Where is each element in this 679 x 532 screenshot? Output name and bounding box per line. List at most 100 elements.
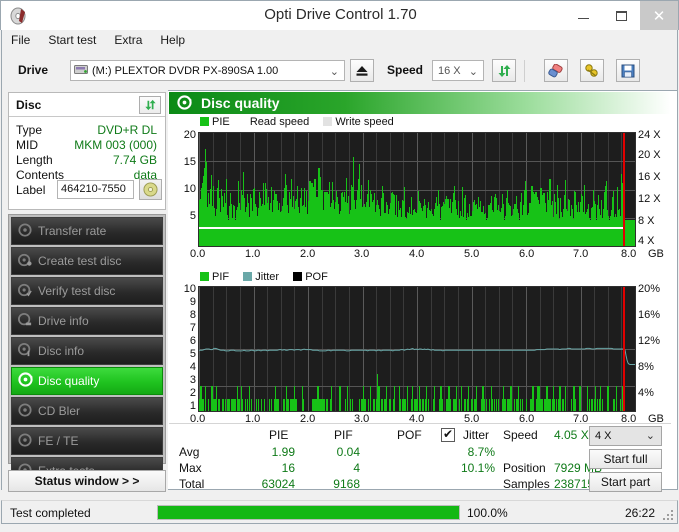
- minimize-button[interactable]: [564, 1, 602, 30]
- test-speed-select[interactable]: 4 X ⌄: [589, 426, 662, 446]
- pif-ytick-10: 10: [183, 283, 196, 295]
- disc-quality-icon: [12, 372, 38, 390]
- sidebar-item-create-test-disc[interactable]: Create test disc: [11, 247, 163, 275]
- disc-write-icon: [12, 253, 38, 270]
- pie-xtick-6: 6.0: [519, 248, 535, 260]
- save-button[interactable]: [616, 59, 640, 82]
- content-panel: Disc quality PIE Read speed Write speed …: [168, 90, 678, 492]
- test-speed-value: 4 X: [595, 430, 612, 442]
- pie-chart-legend: PIE Read speed Write speed: [200, 116, 394, 128]
- drive-icon: [74, 63, 92, 79]
- pif-ytick-5: 5: [189, 348, 196, 360]
- menu-item-help[interactable]: Help: [151, 30, 194, 50]
- pif-ytick-6: 6: [189, 335, 196, 347]
- sidebar-item-cd-bler[interactable]: CD Bler: [11, 397, 163, 425]
- disc-label-button[interactable]: [139, 179, 162, 200]
- legend-swatch-pof: [293, 272, 303, 281]
- sidebar-item-verify-test-disc[interactable]: Verify test disc: [11, 277, 163, 305]
- disc-check-icon: [12, 283, 38, 300]
- pie-xtick-5: 5.0: [464, 248, 480, 260]
- sidebar-item-drive-info[interactable]: Drive info: [11, 307, 163, 335]
- disc-length-label: Length: [16, 153, 53, 167]
- sidebar-item-fe-te[interactable]: FE / TE: [11, 427, 163, 455]
- legend-label-read-speed: Read speed: [249, 116, 310, 128]
- legend-label-pie: PIE: [212, 116, 230, 128]
- disc-refresh-button[interactable]: [139, 96, 161, 114]
- menu-item-start-test[interactable]: Start test: [39, 30, 105, 50]
- menu-item-extra[interactable]: Extra: [105, 30, 151, 50]
- pif-ytick-8pct: 8%: [638, 361, 654, 373]
- refresh-button[interactable]: [492, 59, 516, 82]
- menu-item-file[interactable]: File: [2, 30, 39, 50]
- pie-xaxis-unit: GB: [648, 248, 664, 260]
- drive-value: (M:) PLEXTOR DVDR PX-890SA 1.00: [92, 64, 279, 77]
- sidebar-item-disc-quality[interactable]: Disc quality: [11, 367, 163, 395]
- pif-ytick-7: 7: [189, 322, 196, 334]
- stats-row-max-label: Max: [179, 461, 202, 475]
- disc-box-header: Disc: [9, 93, 165, 117]
- erase-button[interactable]: [544, 59, 568, 82]
- refresh-icon: [144, 99, 156, 111]
- pif-ytick-1: 1: [189, 400, 196, 412]
- pie-ytick-20x: 20 X: [638, 149, 661, 161]
- pif-plot-area: [198, 286, 636, 412]
- sidebar-item-transfer-rate[interactable]: Transfer rate: [11, 217, 163, 245]
- legend-swatch-pie: [200, 117, 209, 126]
- legend-label-jitter: Jitter: [255, 271, 280, 283]
- pie-ytick-24x: 24 X: [638, 129, 661, 141]
- sidebar-label: Disc quality: [38, 374, 100, 388]
- disc-mid-label: MID: [16, 138, 38, 152]
- drive-select[interactable]: (M:) PLEXTOR DVDR PX-890SA 1.00 ⌄: [70, 60, 345, 81]
- pie-xtick-0: 0.0: [190, 248, 206, 260]
- disc-length-value: 7.74 GB: [112, 153, 157, 167]
- sidebar-label: FE / TE: [38, 434, 79, 448]
- close-button[interactable]: ✕: [640, 1, 678, 30]
- maximize-button[interactable]: [602, 1, 640, 30]
- cd-icon: [143, 182, 158, 197]
- left-panel: Disc Type DVD+R DL MID MKM 003 (000) Len…: [1, 90, 168, 492]
- disc-quality-icon: [177, 95, 192, 113]
- stats-total-pie: 63024: [261, 477, 295, 491]
- start-full-button[interactable]: Start full: [589, 449, 662, 469]
- stats-panel: PIE PIF POF Jitter Avg 1.99 0.04 8.7% Ma…: [169, 423, 671, 492]
- pie-ytick-10: 10: [183, 183, 196, 195]
- pif-ytick-4pct: 4%: [638, 387, 654, 399]
- disc-box-title: Disc: [16, 98, 42, 112]
- eject-button[interactable]: [350, 59, 374, 82]
- pie-ytick-16x: 16 X: [638, 171, 661, 183]
- disc-mid-value: MKM 003 (000): [74, 138, 157, 152]
- pie-xtick-2: 2.0: [300, 248, 316, 260]
- progress-bar: [157, 505, 460, 520]
- disc-info-icon: [12, 342, 38, 360]
- disc-icon: [12, 432, 38, 450]
- disc-type-label: Type: [16, 123, 43, 137]
- chevron-down-icon: ⌄: [645, 430, 655, 442]
- app-window: Opti Drive Control 1.70 ✕ File Start tes…: [0, 0, 679, 532]
- disc-info-box: Disc Type DVD+R DL MID MKM 003 (000) Len…: [8, 92, 166, 210]
- pie-ytick-15: 15: [183, 156, 196, 168]
- pie-plot-area: [198, 132, 636, 247]
- resize-grip[interactable]: [661, 508, 673, 520]
- sidebar-item-disc-info[interactable]: Disc info: [11, 337, 163, 365]
- start-part-button[interactable]: Start part: [589, 472, 662, 492]
- status-window-button[interactable]: Status window > >: [8, 470, 166, 492]
- speed-label: Speed: [387, 63, 424, 77]
- disc-quality-header: Disc quality: [169, 92, 671, 114]
- pif-ytick-4: 4: [189, 361, 196, 373]
- position-stat-label: Position: [503, 461, 546, 475]
- legend-swatch-jitter: [243, 272, 253, 281]
- pie-xtick-7: 7.0: [573, 248, 589, 260]
- stats-total-pif: 9168: [333, 477, 360, 491]
- pif-chart: PIF Jitter POF 10 9 8 7 6 5 4 3 2 1 20% …: [168, 269, 670, 425]
- pie-chart: PIE Read speed Write speed 20 15 10 5 24…: [168, 114, 670, 260]
- stats-avg-pif: 0.04: [336, 445, 360, 459]
- jitter-checkbox[interactable]: [441, 427, 455, 442]
- stats-col-pof: POF: [397, 428, 422, 442]
- menu-bar: File Start test Extra Help: [1, 30, 678, 52]
- tools-icon: [585, 63, 598, 77]
- stats-max-pie: 16: [281, 461, 295, 475]
- disc-label-input[interactable]: 464210-7550: [57, 180, 134, 199]
- tools-button[interactable]: [580, 59, 604, 82]
- speed-select[interactable]: 16 X ⌄: [432, 60, 484, 81]
- disc-type-value: DVD+R DL: [97, 123, 157, 137]
